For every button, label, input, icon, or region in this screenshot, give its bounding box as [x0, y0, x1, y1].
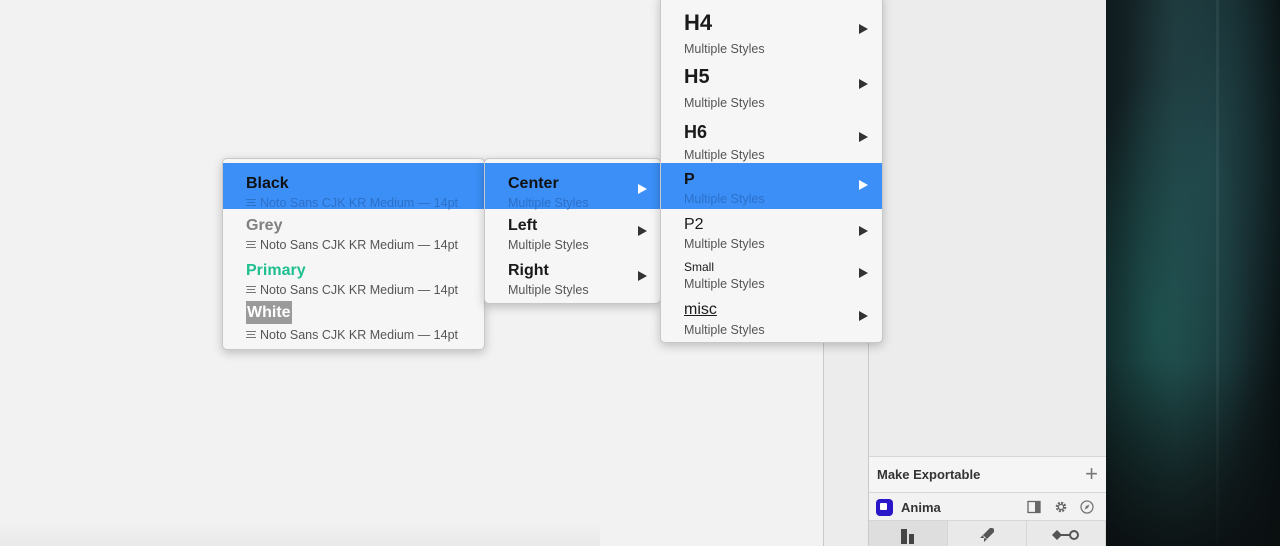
menu-item-subtitle: Multiple Styles	[508, 196, 589, 210]
menu-item-title: P2	[684, 216, 704, 233]
menu-item-title: misc	[684, 301, 717, 318]
make-exportable-row[interactable]: Make Exportable +	[869, 456, 1106, 493]
submenu-arrow-icon	[638, 271, 647, 281]
inspector-panel: Make Exportable + Anima	[869, 0, 1106, 546]
canvas-shadow	[0, 520, 600, 546]
text-styles-menu: H4 Multiple Styles H5 Multiple Styles H6…	[660, 0, 883, 343]
connect-icon	[1052, 530, 1079, 540]
connect-tab[interactable]	[1027, 521, 1106, 546]
menu-item-title: P	[684, 171, 695, 188]
menu-item-white[interactable]: White Noto Sans CJK KR Medium — 14pt	[223, 301, 484, 347]
menu-item-subtitle: Multiple Styles	[684, 148, 765, 162]
menu-item-title: H4	[684, 10, 713, 35]
background-photo	[1106, 0, 1280, 546]
menu-item-title: Primary	[246, 262, 306, 279]
menu-item-left[interactable]: Left Multiple Styles	[485, 209, 660, 255]
submenu-arrow-icon	[859, 132, 868, 142]
menu-item-title: Left	[508, 217, 538, 234]
anima-tab-bar	[869, 521, 1106, 546]
menu-item-subtitle: Multiple Styles	[684, 323, 765, 337]
menu-item-subtitle: Multiple Styles	[684, 96, 765, 110]
submenu-arrow-icon	[859, 180, 868, 190]
menu-item-title: White	[246, 301, 292, 324]
menu-item-subtitle: Noto Sans CJK KR Medium — 14pt	[246, 283, 458, 297]
menu-item-misc[interactable]: misc Multiple Styles	[661, 295, 882, 341]
layout-icon	[901, 529, 914, 544]
text-style-icon	[246, 199, 256, 207]
rocket-icon	[980, 528, 994, 542]
layout-tab[interactable]	[869, 521, 948, 546]
submenu-arrow-icon	[859, 24, 868, 34]
menu-item-subtitle: Noto Sans CJK KR Medium — 14pt	[246, 238, 458, 252]
menu-item-subtitle: Multiple Styles	[684, 277, 765, 291]
menu-item-right[interactable]: Right Multiple Styles	[485, 255, 660, 301]
color-styles-menu: Black Noto Sans CJK KR Medium — 14pt Gre…	[222, 158, 485, 350]
menu-item-subtitle: Multiple Styles	[684, 42, 765, 56]
compass-icon[interactable]	[1079, 499, 1095, 515]
menu-item-black[interactable]: Black Noto Sans CJK KR Medium — 14pt	[223, 163, 484, 210]
launch-tab[interactable]	[948, 521, 1027, 546]
menu-item-title: Small	[684, 260, 715, 274]
submenu-arrow-icon	[638, 226, 647, 236]
menu-item-title: Center	[508, 175, 559, 192]
menu-item-h4[interactable]: H4 Multiple Styles	[661, 1, 882, 57]
menu-item-h5[interactable]: H5 Multiple Styles	[661, 57, 882, 113]
menu-item-title: Grey	[246, 217, 283, 234]
menu-item-p2[interactable]: P2 Multiple Styles	[661, 209, 882, 253]
menu-item-subtitle: Noto Sans CJK KR Medium — 14pt	[246, 196, 458, 210]
text-style-icon	[246, 241, 256, 249]
text-style-icon	[246, 331, 256, 339]
menu-item-subtitle: Multiple Styles	[684, 192, 765, 206]
menu-item-title: Black	[246, 175, 289, 192]
anima-logo-icon	[876, 499, 893, 516]
anima-plugin-label: Anima	[901, 500, 941, 515]
submenu-arrow-icon	[859, 226, 868, 236]
menu-item-p[interactable]: P Multiple Styles	[661, 163, 882, 209]
gear-icon[interactable]	[1053, 499, 1069, 515]
submenu-arrow-icon	[638, 184, 647, 194]
menu-item-subtitle: Noto Sans CJK KR Medium — 14pt	[246, 328, 458, 342]
menu-item-subtitle: Multiple Styles	[508, 238, 589, 252]
panel-toggle-icon[interactable]	[1026, 499, 1042, 515]
plus-icon[interactable]: +	[1085, 461, 1098, 487]
menu-item-title: H5	[684, 66, 710, 88]
menu-item-small[interactable]: Small Multiple Styles	[661, 253, 882, 295]
make-exportable-label: Make Exportable	[877, 467, 981, 482]
menu-item-center[interactable]: Center Multiple Styles	[485, 163, 660, 210]
menu-item-h6[interactable]: H6 Multiple Styles	[661, 113, 882, 163]
submenu-arrow-icon	[859, 79, 868, 89]
menu-item-title: Right	[508, 262, 549, 279]
text-style-icon	[246, 286, 256, 294]
menu-item-subtitle: Multiple Styles	[508, 283, 589, 297]
submenu-arrow-icon	[859, 311, 868, 321]
menu-item-title: H6	[684, 122, 708, 142]
menu-item-grey[interactable]: Grey Noto Sans CJK KR Medium — 14pt	[223, 209, 484, 255]
anima-plugin-row: Anima	[869, 493, 1106, 521]
alignment-menu: Center Multiple Styles Left Multiple Sty…	[484, 158, 661, 304]
submenu-arrow-icon	[859, 268, 868, 278]
menu-item-subtitle: Multiple Styles	[684, 237, 765, 251]
menu-item-primary[interactable]: Primary Noto Sans CJK KR Medium — 14pt	[223, 255, 484, 301]
